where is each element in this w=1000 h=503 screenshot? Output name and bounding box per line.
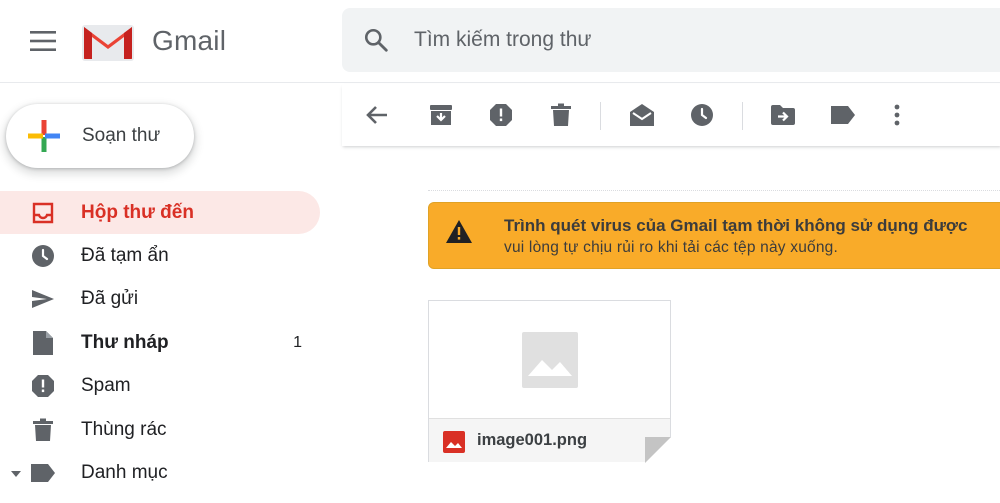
search-bar[interactable] (342, 8, 1000, 72)
message-toolbar (342, 84, 1000, 146)
sidebar-item-label: Thùng rác (81, 418, 167, 440)
app-name: Gmail (152, 25, 227, 56)
mark-unread-icon (630, 104, 654, 126)
attachment-footer: image001.png (429, 418, 671, 463)
more-vertical-icon (894, 104, 900, 126)
snooze-icon (691, 104, 713, 126)
sidebar-item-label: Spam (81, 375, 131, 397)
sidebar-item-trash[interactable]: Thùng rác (0, 408, 320, 451)
send-icon (30, 286, 56, 312)
mark-unread-button[interactable] (625, 98, 659, 132)
hamburger-menu-icon (30, 31, 56, 51)
trash-icon (30, 417, 56, 443)
image-placeholder-icon (521, 331, 578, 388)
attachment-filename: image001.png (477, 431, 588, 449)
sidebar-item-drafts[interactable]: Thư nháp 1 (0, 321, 320, 364)
snooze-button[interactable] (685, 98, 719, 132)
sidebar-item-label: Hộp thư đến (81, 201, 194, 223)
expand-caret-icon[interactable] (10, 467, 22, 479)
plus-icon (28, 120, 60, 152)
warning-icon (446, 220, 472, 243)
label-button[interactable] (826, 98, 860, 132)
archive-icon (430, 105, 452, 125)
search-icon[interactable] (362, 26, 390, 54)
banner-title: Trình quét virus của Gmail tạm thời khôn… (504, 216, 968, 235)
label-icon (30, 460, 56, 486)
draft-count: 1 (293, 333, 302, 351)
sidebar-item-label: Danh mục (81, 462, 168, 484)
sidebar-item-label: Đã gửi (81, 288, 139, 310)
sidebar-item-spam[interactable]: Spam (0, 365, 320, 408)
banner-subtitle: vui lòng tự chịu rủi ro khi tải các tệp … (504, 239, 838, 256)
attachment-card[interactable]: image001.png (428, 300, 671, 463)
archive-button[interactable] (424, 98, 458, 132)
gmail-m-icon (82, 25, 134, 61)
more-button[interactable] (880, 98, 914, 132)
compose-label: Soạn thư (82, 125, 161, 146)
report-spam-button[interactable] (484, 98, 518, 132)
delete-button[interactable] (544, 98, 578, 132)
report-spam-icon (490, 104, 512, 126)
move-to-icon (771, 105, 795, 125)
back-button[interactable] (360, 98, 394, 132)
clock-icon (30, 243, 56, 269)
attachment-thumbnail (429, 301, 670, 418)
image-file-icon (443, 431, 465, 453)
delete-icon (551, 103, 571, 126)
compose-button[interactable]: Soạn thư (6, 104, 194, 168)
main-menu-button[interactable] (20, 18, 66, 64)
back-icon (366, 106, 387, 124)
move-to-button[interactable] (766, 98, 800, 132)
search-input[interactable] (412, 27, 976, 53)
sidebar-item-sent[interactable]: Đã gửi (0, 278, 320, 321)
inbox-icon (30, 200, 56, 226)
report-icon (30, 373, 56, 399)
virus-scan-warning-banner: Trình quét virus của Gmail tạm thời khôn… (428, 202, 1000, 269)
draft-icon (30, 330, 56, 356)
dotted-divider (428, 190, 1000, 191)
sidebar-item-snoozed[interactable]: Đã tạm ẩn (0, 234, 320, 277)
sidebar-item-label: Thư nháp (81, 331, 169, 353)
sidebar-nav: Hộp thư đến Đã tạm ẩn Đã gửi Thư nháp 1 … (0, 191, 320, 495)
toolbar-divider (742, 102, 743, 130)
sidebar-item-label: Đã tạm ẩn (81, 245, 169, 267)
gmail-logo[interactable]: Gmail (82, 18, 226, 64)
toolbar-divider (600, 102, 601, 130)
sidebar-item-categories[interactable]: Danh mục (0, 451, 320, 494)
page-fold-corner (645, 437, 671, 463)
sidebar-item-inbox[interactable]: Hộp thư đến (0, 191, 320, 235)
label-icon (831, 106, 855, 124)
top-bar: Gmail (0, 0, 1000, 83)
